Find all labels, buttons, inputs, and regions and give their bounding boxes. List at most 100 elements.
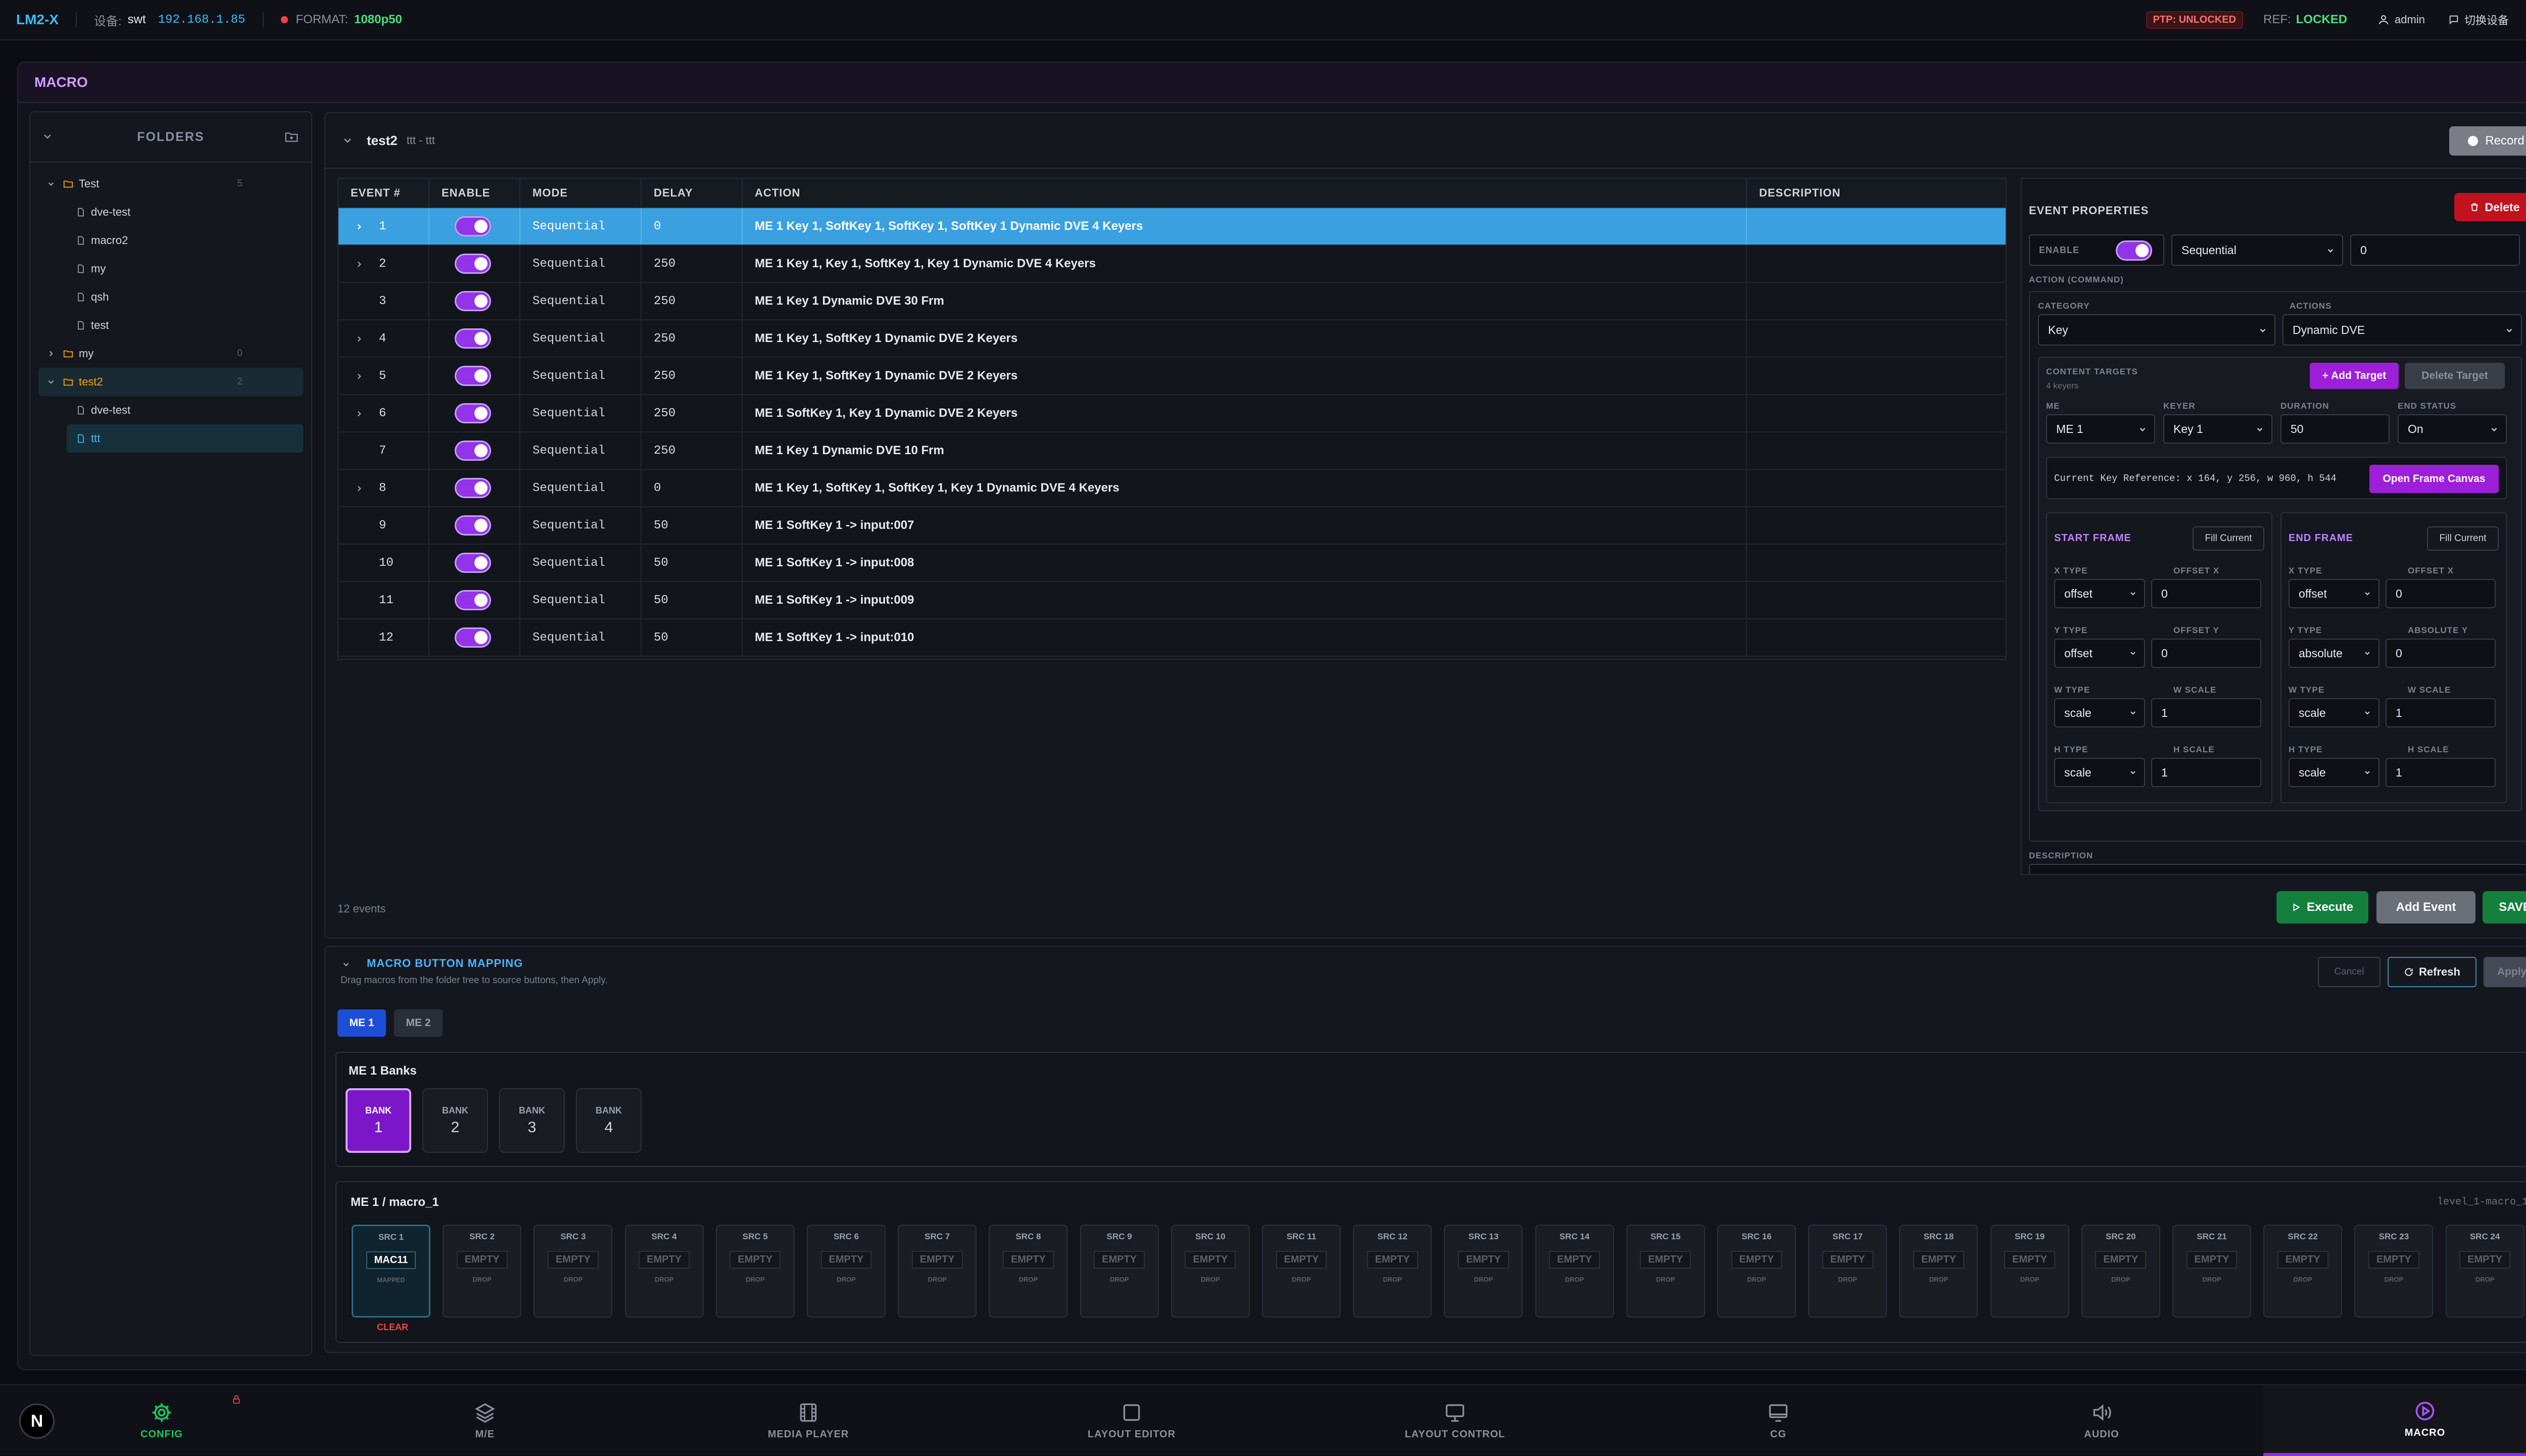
source-slot[interactable]: SRC 14 EMPTY DROP xyxy=(1535,1225,1614,1318)
open-frame-canvas-button[interactable]: Open Frame Canvas xyxy=(2369,465,2499,493)
table-row[interactable]: 5 Sequential 250 ME 1 Key 1, SoftKey 1 Dyna… xyxy=(338,358,2006,395)
keyer-select[interactable]: Key 1 xyxy=(2163,414,2272,444)
me-select[interactable]: ME 1 xyxy=(2046,414,2155,444)
value-input[interactable]: 1 xyxy=(2151,698,2261,727)
source-slot[interactable]: SRC 11 EMPTY DROP xyxy=(1262,1225,1341,1318)
bank-button-2[interactable]: BANK 2 xyxy=(422,1088,488,1153)
type-select[interactable]: offset xyxy=(2054,639,2145,668)
actions-select[interactable]: Dynamic DVE xyxy=(2282,314,2522,346)
source-slot[interactable]: SRC 19 EMPTY DROP xyxy=(1990,1225,2069,1318)
folder-Test[interactable]: Test 5 xyxy=(38,170,303,198)
enable-toggle[interactable] xyxy=(455,590,491,610)
add-target-button[interactable]: + Add Target xyxy=(2310,363,2399,389)
nav-cg[interactable]: CG xyxy=(1617,1385,1940,1456)
source-slot[interactable]: SRC 3 EMPTY DROP xyxy=(533,1225,613,1318)
enable-toggle[interactable] xyxy=(2116,240,2152,261)
value-input[interactable]: 1 xyxy=(2386,698,2496,727)
end-status-select[interactable]: On xyxy=(2398,414,2507,444)
bank-button-4[interactable]: BANK 4 xyxy=(576,1088,642,1153)
source-slot[interactable]: SRC 2 EMPTY DROP xyxy=(443,1225,522,1318)
enable-toggle[interactable] xyxy=(455,328,491,349)
macro-item-ttt[interactable]: ttt xyxy=(67,424,303,453)
folder-test2[interactable]: test2 2 xyxy=(38,368,303,396)
nav-config[interactable]: CONFIG xyxy=(0,1385,323,1456)
table-row[interactable]: 4 Sequential 250 ME 1 Key 1, SoftKey 1 Dyna… xyxy=(338,320,2006,358)
user-menu[interactable]: admin xyxy=(2377,13,2425,26)
source-slot[interactable]: SRC 12 EMPTY DROP xyxy=(1353,1225,1432,1318)
macro-item-test[interactable]: test xyxy=(38,311,303,339)
enable-toggle[interactable] xyxy=(455,403,491,423)
bank-button-3[interactable]: BANK 3 xyxy=(499,1088,565,1153)
source-slot[interactable]: SRC 15 EMPTY DROP xyxy=(1626,1225,1705,1318)
me-tab-2[interactable]: ME 2 xyxy=(394,1009,443,1037)
table-row[interactable]: 9 Sequential 50 ME 1 SoftKey 1 -> input:007 xyxy=(338,507,2006,545)
source-slot[interactable]: SRC 7 EMPTY DROP xyxy=(898,1225,977,1318)
enable-toggle[interactable] xyxy=(455,291,491,311)
chevron-right-icon[interactable] xyxy=(355,372,364,381)
chevron-right-icon[interactable] xyxy=(355,222,364,231)
source-slot[interactable]: SRC 4 EMPTY DROP xyxy=(624,1225,704,1318)
source-slot[interactable]: SRC 10 EMPTY DROP xyxy=(1171,1225,1250,1318)
type-select[interactable]: offset xyxy=(2054,579,2145,608)
type-select[interactable]: scale xyxy=(2054,758,2145,787)
description-input[interactable] xyxy=(2029,864,2526,874)
macro-item-dve-test[interactable]: dve-test xyxy=(38,396,303,424)
enable-toggle[interactable] xyxy=(455,478,491,498)
source-slot[interactable]: SRC 17 EMPTY DROP xyxy=(1808,1225,1887,1318)
value-input[interactable]: 0 xyxy=(2386,579,2496,608)
bank-button-1[interactable]: BANK 1 xyxy=(346,1088,411,1153)
fill-current-button[interactable]: Fill Current xyxy=(2193,526,2264,551)
value-input[interactable]: 0 xyxy=(2386,639,2496,668)
enable-toggle[interactable] xyxy=(455,515,491,536)
nav-audio[interactable]: AUDIO xyxy=(1940,1385,2263,1456)
type-select[interactable]: scale xyxy=(2289,698,2379,727)
table-row[interactable]: 11 Sequential 50 ME 1 SoftKey 1 -> input:00… xyxy=(338,582,2006,619)
delay-input[interactable]: 0 xyxy=(2350,234,2520,266)
table-row[interactable]: 2 Sequential 250 ME 1 Key 1, Key 1, SoftKey… xyxy=(338,246,2006,283)
table-row[interactable]: 6 Sequential 250 ME 1 SoftKey 1, Key 1 Dyna… xyxy=(338,395,2006,432)
table-row[interactable]: 3 Sequential 250 ME 1 Key 1 Dynamic DVE 30 … xyxy=(338,283,2006,320)
type-select[interactable]: scale xyxy=(2054,698,2145,727)
execute-button[interactable]: Execute xyxy=(2276,891,2368,924)
nav-macro[interactable]: MACRO xyxy=(2263,1385,2526,1456)
chevron-down-icon[interactable] xyxy=(342,134,354,147)
nav-media-player[interactable]: MEDIA PLAYER xyxy=(647,1385,970,1456)
macro-item-macro2[interactable]: macro2 xyxy=(38,226,303,255)
collapse-chevron-icon[interactable] xyxy=(41,130,54,142)
save-button[interactable]: SAVE xyxy=(2483,891,2526,924)
apply-button[interactable]: Apply xyxy=(2484,957,2526,987)
source-slot[interactable]: SRC 22 EMPTY DROP xyxy=(2263,1225,2343,1318)
switch-device-button[interactable]: 切换设备 xyxy=(2448,12,2509,28)
table-row[interactable]: 10 Sequential 50 ME 1 SoftKey 1 -> input:00… xyxy=(338,545,2006,582)
type-select[interactable]: absolute xyxy=(2289,639,2379,668)
table-row[interactable]: 7 Sequential 250 ME 1 Key 1 Dynamic DVE 10 … xyxy=(338,432,2006,470)
enable-toggle[interactable] xyxy=(455,216,491,236)
chevron-right-icon[interactable] xyxy=(355,260,364,269)
macro-item-qsh[interactable]: qsh xyxy=(38,283,303,311)
add-event-button[interactable]: Add Event xyxy=(2376,891,2475,924)
source-slot[interactable]: SRC 5 EMPTY DROP xyxy=(715,1225,795,1318)
type-select[interactable]: offset xyxy=(2289,579,2379,608)
source-slot[interactable]: SRC 1 MAC11 MAPPED CLEAR xyxy=(352,1225,430,1332)
nav-layout-control[interactable]: LAYOUT CONTROL xyxy=(1293,1385,1617,1456)
enable-toggle[interactable] xyxy=(455,553,491,573)
source-slot[interactable]: SRC 16 EMPTY DROP xyxy=(1717,1225,1796,1318)
chevron-right-icon[interactable] xyxy=(355,409,364,418)
source-slot[interactable]: SRC 23 EMPTY DROP xyxy=(2354,1225,2434,1318)
duration-input[interactable]: 50 xyxy=(2280,414,2390,444)
cancel-button[interactable]: Cancel xyxy=(2318,957,2381,987)
source-slot[interactable]: SRC 9 EMPTY DROP xyxy=(1080,1225,1159,1318)
delete-event-button[interactable]: Delete xyxy=(2454,193,2526,221)
chevron-right-icon[interactable] xyxy=(355,484,364,493)
source-slot[interactable]: SRC 21 EMPTY DROP xyxy=(2172,1225,2251,1318)
enable-toggle[interactable] xyxy=(455,627,491,648)
nav-m-e[interactable]: M/E xyxy=(323,1385,647,1456)
clear-mapping-button[interactable]: CLEAR xyxy=(353,1322,432,1333)
category-select[interactable]: Key xyxy=(2038,314,2275,346)
source-slot[interactable]: SRC 18 EMPTY DROP xyxy=(1899,1225,1978,1318)
folder-my[interactable]: my 0 xyxy=(38,339,303,368)
macro-item-my[interactable]: my xyxy=(38,255,303,283)
nav-layout-editor[interactable]: LAYOUT EDITOR xyxy=(970,1385,1293,1456)
value-input[interactable]: 1 xyxy=(2386,758,2496,787)
table-row[interactable]: 8 Sequential 0 ME 1 Key 1, SoftKey 1, SoftK… xyxy=(338,470,2006,507)
